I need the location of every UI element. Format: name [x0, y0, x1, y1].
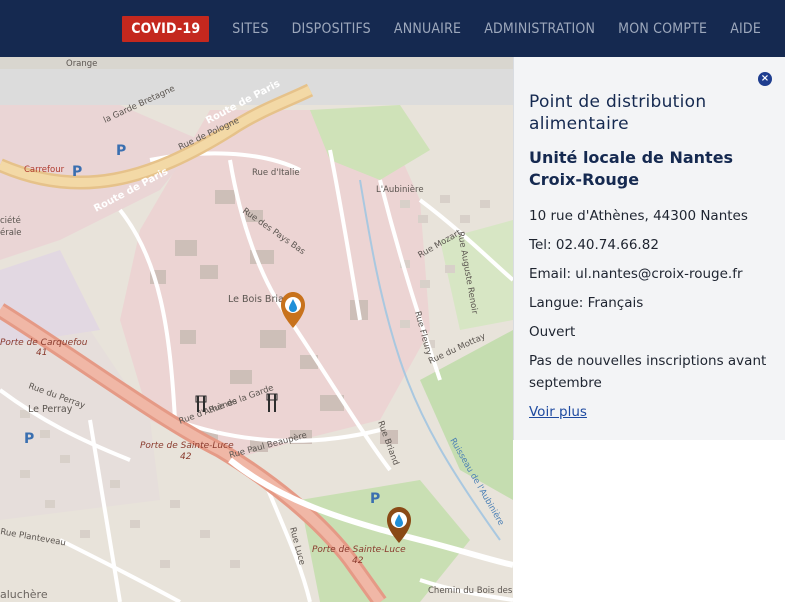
panel-address: 10 rue d'Athènes, 44300 Nantes	[529, 208, 748, 224]
nav-administration[interactable]: ADMINISTRATION	[484, 21, 595, 37]
parking-icon: P	[24, 431, 34, 447]
map-label-rue-italie: Rue d'Italie	[252, 168, 300, 178]
map-label-porte-carquefou-num: 41	[36, 348, 47, 358]
nav-dispositifs[interactable]: DISPOSITIFS	[292, 21, 371, 37]
top-navigation: COVID-19 SITES DISPOSITIFS ANNUAIRE ADMI…	[0, 0, 785, 57]
panel-langue: Langue: Français	[529, 295, 644, 311]
nav-mon-compte[interactable]: MON COMPTE	[618, 21, 707, 37]
panel-category: Point de distribution alimentaire	[529, 92, 707, 134]
map-view[interactable]: P P P P Orange la Garde Bretagne Carrefo…	[0, 57, 513, 602]
map-label-orange: Orange	[66, 59, 97, 69]
close-icon[interactable]: ×	[758, 72, 772, 86]
map-label-carrefour: Carrefour	[24, 165, 65, 175]
parking-icon: P	[370, 491, 380, 507]
map-label-porte-sainte-luce-2: Porte de Sainte-Luce	[312, 545, 406, 555]
panel-note: Pas de nouvelles inscriptions avant sept…	[529, 353, 767, 391]
map-label-erale: érale	[0, 227, 22, 238]
map-canvas[interactable]: P P P P Orange la Garde Bretagne Carrefo…	[0, 57, 513, 602]
map-label-porte-sainte-luce-num: 42	[180, 452, 192, 462]
nav-covid[interactable]: COVID-19	[122, 15, 210, 42]
map-label-porte-carquefou: Porte de Carquefou	[0, 338, 88, 348]
panel-email: Email: ul.nantes@croix-rouge.fr	[529, 266, 743, 282]
panel-blank-area	[513, 440, 785, 602]
panel-tel: Tel: 02.40.74.66.82	[529, 237, 659, 253]
panel-title: Unité locale de Nantes Croix-Rouge	[529, 148, 734, 189]
map-label-le-perray: Le Perray	[28, 404, 73, 415]
parking-icon: P	[116, 143, 126, 159]
map-label-aubiniere: L'Aubinière	[376, 184, 424, 195]
map-label-ciete: ciété	[0, 215, 21, 226]
parking-icon: P	[72, 164, 82, 180]
map-label-porte-sainte-luce-2-num: 42	[352, 556, 364, 566]
map-label-aluchere: aluchère	[0, 588, 48, 601]
nav-aide[interactable]: AIDE	[730, 21, 761, 37]
nav-annuaire[interactable]: ANNUAIRE	[394, 21, 461, 37]
info-panel: × Point de distribution alimentaire Unit…	[513, 57, 785, 440]
map-label-chemin-bois: Chemin du Bois des Bois	[428, 586, 513, 596]
nav-sites[interactable]: SITES	[232, 21, 268, 37]
map-label-porte-sainte-luce: Porte de Sainte-Luce	[140, 441, 234, 451]
voir-plus-link[interactable]: Voir plus	[529, 404, 587, 420]
panel-status: Ouvert	[529, 324, 576, 340]
